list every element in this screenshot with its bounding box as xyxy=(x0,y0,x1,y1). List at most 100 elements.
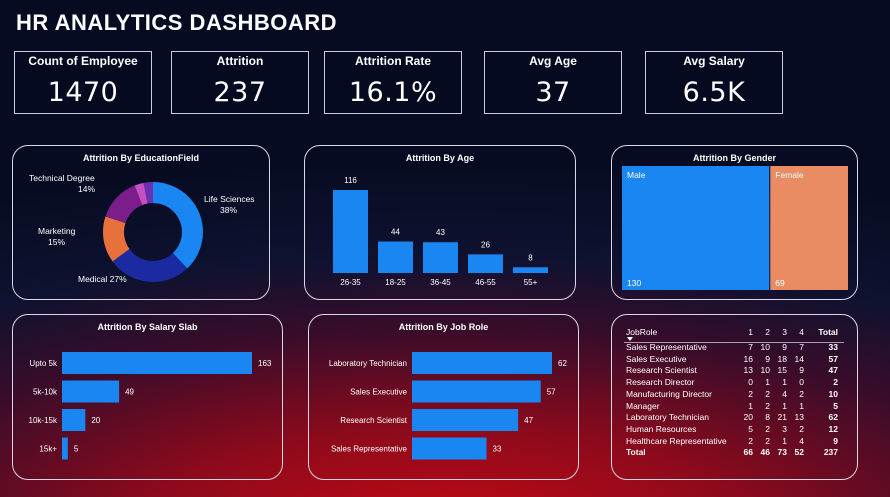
hbar xyxy=(412,352,552,374)
job-role-matrix-panel[interactable]: JobRole 1 2 3 4 Total Sales Representati… xyxy=(611,314,858,480)
table-cell: 2 xyxy=(799,388,804,399)
row-label: Manufacturing Director xyxy=(626,388,712,399)
hbar xyxy=(412,380,541,403)
dashboard-title: HR ANALYTICS DASHBOARD xyxy=(16,10,338,35)
hbar xyxy=(62,437,68,460)
age-data-label: 26 xyxy=(481,240,490,249)
hbar-data-label: 5 xyxy=(74,445,79,454)
row-label: Sales Executive xyxy=(626,353,687,364)
kpi-label: Avg Age xyxy=(529,54,577,68)
age-data-label: 43 xyxy=(436,228,445,237)
donut-slice[interactable] xyxy=(153,182,203,269)
hbar xyxy=(62,380,120,403)
column-header[interactable]: 1 xyxy=(736,324,753,342)
column-header[interactable]: 2 xyxy=(753,324,770,342)
age-bar xyxy=(468,254,503,273)
table-row[interactable]: Sales Representative 7 10 9 7 33 xyxy=(626,342,838,354)
column-header[interactable]: Total xyxy=(804,324,838,342)
hbar-category-label: Upto 5k xyxy=(29,359,58,368)
hbar-category-label: Sales Representative xyxy=(331,445,408,454)
table-cell: 21 xyxy=(777,412,787,423)
table-cell: 10 xyxy=(760,365,770,376)
age-panel[interactable]: Attrition By Age 116 26-35 44 18-25 43 36-45 2… xyxy=(304,145,576,300)
hbar-data-label: 20 xyxy=(91,416,100,425)
age-bar-chart[interactable]: 116 26-35 44 18-25 43 36-45 26 46-55 8 55+ xyxy=(305,146,575,299)
table-row[interactable]: Healthcare Representative 2 2 1 4 9 xyxy=(626,436,838,448)
age-tick-label: 55+ xyxy=(524,278,538,287)
row-label: Manager xyxy=(626,400,660,411)
kpi-card-avg-age[interactable]: Avg Age 37 xyxy=(484,51,622,114)
kpi-value: 1470 xyxy=(47,77,119,108)
hbar xyxy=(412,409,519,431)
gender-value: 69 xyxy=(775,278,785,288)
age-bar xyxy=(513,267,548,273)
row-label: Laboratory Technician xyxy=(626,412,710,423)
age-data-label: 116 xyxy=(344,176,357,185)
table-row[interactable]: Sales Executive 16 9 18 14 57 xyxy=(626,354,838,366)
total-row[interactable]: Total 66 46 73 52 237 xyxy=(626,447,838,459)
table-row[interactable]: Research Director 0 1 1 0 2 xyxy=(626,377,838,389)
kpi-card-employee-count[interactable]: Count of Employee 1470 xyxy=(14,51,152,114)
table-cell: 2 xyxy=(765,400,770,411)
table-cell: 73 xyxy=(777,447,787,458)
age-bar xyxy=(378,241,413,273)
gender-label: Male xyxy=(627,170,646,180)
hbar-category-label: Laboratory Technician xyxy=(329,359,407,368)
table-cell: 57 xyxy=(828,353,838,364)
gender-tile xyxy=(770,166,848,290)
table-cell: 5 xyxy=(833,400,838,411)
kpi-value: 6.5K xyxy=(682,77,746,108)
hbar-data-label: 163 xyxy=(258,359,272,368)
donut-slice[interactable] xyxy=(105,185,143,224)
sort-down-icon[interactable] xyxy=(627,337,633,341)
job-role-bar-chart[interactable]: Laboratory Technician 62 Sales Executive 57… xyxy=(309,315,578,479)
table-cell: 2 xyxy=(799,423,804,434)
table-cell: 13 xyxy=(794,412,804,423)
hbar-data-label: 62 xyxy=(558,359,567,368)
table-cell: 66 xyxy=(743,447,753,458)
age-tick-label: 26-35 xyxy=(340,278,361,287)
slice-label-value: 38% xyxy=(220,205,237,215)
age-data-label: 8 xyxy=(528,253,533,262)
header-divider xyxy=(624,342,844,343)
education-field-panel[interactable]: Attrition By EducationField Life Science… xyxy=(12,145,270,300)
table-row[interactable]: Manufacturing Director 2 2 4 2 10 xyxy=(626,389,838,401)
table-row[interactable]: Laboratory Technician 20 8 21 13 62 xyxy=(626,412,838,424)
gender-treemap[interactable]: Male 130 Female 69 xyxy=(612,146,857,299)
column-header[interactable]: 3 xyxy=(770,324,787,342)
table-cell: 62 xyxy=(828,412,838,423)
column-header[interactable]: 4 xyxy=(787,324,804,342)
table-cell: 13 xyxy=(743,365,753,376)
job-role-panel[interactable]: Attrition By Job Role Laboratory Technic… xyxy=(308,314,579,480)
gender-panel[interactable]: Attrition By Gender Male 130 Female 69 xyxy=(611,145,858,300)
salary-slab-panel[interactable]: Attrition By Salary Slab Upto 5k 163 5k-10… xyxy=(12,314,283,480)
education-donut-chart[interactable]: Life Sciences38% Medical 27% Marketing15% T… xyxy=(13,146,269,299)
slice-label-name: Technical Degree xyxy=(29,173,95,183)
table-cell: 237 xyxy=(823,447,838,458)
table-cell: 2 xyxy=(765,423,770,434)
table-cell: 0 xyxy=(799,377,804,388)
table-cell: 20 xyxy=(743,412,753,423)
kpi-card-avg-salary[interactable]: Avg Salary 6.5K xyxy=(645,51,783,114)
kpi-card-attrition[interactable]: Attrition 237 xyxy=(171,51,309,114)
table-cell: 1 xyxy=(748,400,753,411)
table-cell: 14 xyxy=(794,353,804,364)
table-cell: 15 xyxy=(777,365,787,376)
table-cell: 1 xyxy=(782,377,787,388)
kpi-label: Count of Employee xyxy=(28,54,138,68)
table-cell: 7 xyxy=(799,342,804,352)
table-cell: 10 xyxy=(828,388,838,399)
salary-bar-chart[interactable]: Upto 5k 163 5k-10k 49 10k-15k 20 15k+ 5 xyxy=(13,315,282,479)
table-row[interactable]: Research Scientist 13 10 15 9 47 xyxy=(626,365,838,377)
kpi-value: 237 xyxy=(213,77,267,108)
table-cell: 33 xyxy=(828,342,838,352)
kpi-card-attrition-rate[interactable]: Attrition Rate 16.1% xyxy=(324,51,462,114)
table-cell: 18 xyxy=(777,353,787,364)
table-row[interactable]: Human Resources 5 2 3 2 12 xyxy=(626,424,838,436)
age-tick-label: 46-55 xyxy=(475,278,496,287)
table-row[interactable]: Manager 1 2 1 1 5 xyxy=(626,401,838,413)
column-header[interactable]: JobRole xyxy=(626,324,736,342)
age-tick-label: 18-25 xyxy=(385,278,406,287)
age-bar xyxy=(423,242,458,273)
table-cell: 1 xyxy=(782,435,787,446)
